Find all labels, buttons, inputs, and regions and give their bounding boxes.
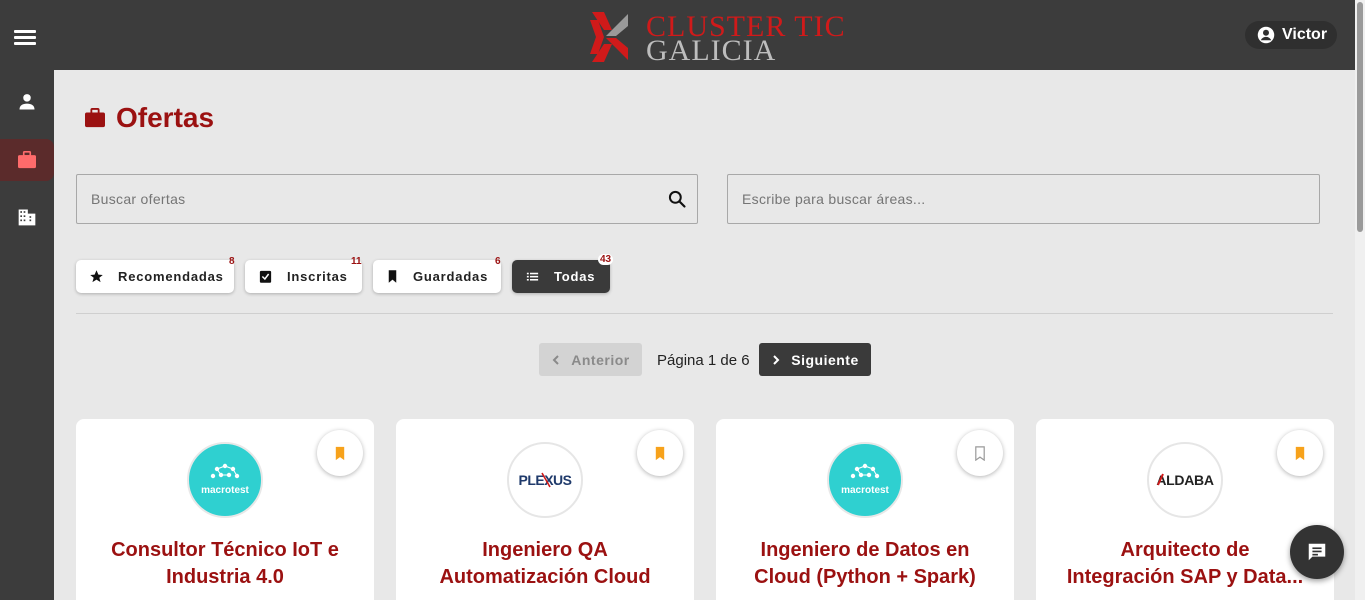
bookmark-outline-icon: [975, 445, 985, 461]
company-logo: macrotest: [827, 442, 903, 518]
bookmark-filled-icon: [1295, 446, 1305, 460]
scrollbar-thumb[interactable]: [1357, 2, 1363, 232]
previous-page-button[interactable]: Anterior: [539, 343, 642, 376]
save-offer-button[interactable]: [957, 430, 1003, 476]
macrotest-logo-icon: macrotest: [201, 463, 250, 496]
sidebar: [0, 70, 54, 600]
sidebar-item-profile[interactable]: [0, 81, 54, 123]
cluster-tic-logo[interactable]: CLUSTER TIC GALICIA: [590, 10, 845, 67]
save-offer-button[interactable]: [317, 430, 363, 476]
filter-label: Inscritas: [287, 269, 348, 284]
filter-count-badge: 6: [495, 256, 501, 267]
filter-count-badge: 11: [351, 256, 362, 267]
offer-title[interactable]: Consultor Técnico IoT e Industria 4.0: [86, 537, 364, 591]
sidebar-item-offers[interactable]: [0, 139, 54, 181]
filter-saved[interactable]: Guardadas 6: [373, 256, 501, 293]
company-logo: ALDABA: [1147, 442, 1223, 518]
chevron-right-icon: [773, 354, 780, 365]
company-logo-text: macrotest: [201, 485, 249, 496]
offer-title-line: Arquitecto de: [1120, 539, 1250, 561]
offer-title[interactable]: Arquitecto de Integración SAP y Data...: [1046, 537, 1324, 591]
filter-count-badge: 43: [598, 254, 614, 265]
menu-icon[interactable]: [14, 30, 36, 48]
building-icon: [18, 209, 36, 226]
person-icon: [19, 94, 35, 110]
offer-title-line: Integración SAP y Data...: [1066, 566, 1304, 588]
offer-title-line: Consultor Técnico IoT e: [111, 539, 339, 561]
filter-recommended[interactable]: Recomendadas 8: [76, 256, 235, 293]
aldaba-logo-icon: ALDABA: [1156, 472, 1214, 488]
checked-clipboard-icon: [259, 270, 272, 283]
bookmark-filled-icon: [655, 446, 665, 460]
next-page-button[interactable]: Siguiente: [759, 343, 871, 376]
offer-search-field[interactable]: [76, 174, 698, 224]
user-menu-button[interactable]: Victor: [1245, 21, 1338, 49]
briefcase-icon: [85, 108, 105, 128]
briefcase-icon: [18, 151, 36, 169]
offer-title[interactable]: Ingeniero de Datos en Cloud (Python + Sp…: [726, 537, 1004, 591]
logo-text-line2: GALICIA: [646, 34, 777, 67]
filter-enrolled[interactable]: Inscritas 11: [245, 256, 362, 293]
save-offer-button[interactable]: [1277, 430, 1323, 476]
company-logo-text: ALDABA: [1156, 472, 1213, 488]
plexus-logo-icon: PLEXUS: [518, 472, 572, 488]
list-icon: [526, 272, 539, 281]
offer-title-line: Ingeniero QA: [482, 539, 608, 561]
offer-title-line: Ingeniero de Datos en: [760, 539, 970, 561]
company-logo: macrotest: [187, 442, 263, 518]
filter-label: Guardadas: [413, 269, 489, 284]
filter-count-badge: 8: [229, 256, 235, 267]
search-icon[interactable]: [667, 189, 687, 209]
offer-card[interactable]: ALDABA Arquitecto de Integración SAP y D…: [1036, 419, 1334, 600]
page-header: Ofertas: [84, 102, 214, 134]
previous-page-label: Anterior: [571, 351, 630, 368]
macrotest-logo-icon: macrotest: [841, 463, 890, 496]
filter-label: Todas: [554, 269, 596, 284]
filter-label: Recomendadas: [118, 269, 224, 284]
page-title: Ofertas: [116, 102, 215, 133]
offer-title-line: Industria 4.0: [166, 566, 284, 588]
chat-icon: [1308, 543, 1326, 561]
save-offer-button[interactable]: [637, 430, 683, 476]
offer-title-line: Cloud (Python + Spark): [754, 566, 976, 588]
main-content: Ofertas Recomendadas 8 Inscritas 11: [54, 70, 1355, 600]
offer-search-input[interactable]: [91, 191, 651, 207]
area-search-input[interactable]: [742, 191, 1302, 207]
top-bar: CLUSTER TIC GALICIA Victor: [0, 0, 1365, 70]
sidebar-item-companies[interactable]: [0, 196, 54, 238]
bookmark-icon: [388, 270, 397, 283]
next-page-label: Siguiente: [791, 351, 859, 368]
offer-title-line: Automatización Cloud: [439, 566, 651, 588]
page-indicator: Página 1 de 6: [657, 352, 750, 369]
company-logo-text: macrotest: [841, 485, 889, 496]
filter-all[interactable]: Todas 43: [512, 254, 614, 293]
offer-title[interactable]: Ingeniero QA Automatización Cloud: [406, 537, 684, 591]
company-logo: PLEXUS: [507, 442, 583, 518]
offer-card[interactable]: macrotest Consultor Técnico IoT e Indust…: [76, 419, 374, 600]
logo-mark-icon: [590, 12, 628, 62]
star-icon: [90, 270, 103, 283]
chat-button[interactable]: [1290, 525, 1344, 579]
divider: [76, 313, 1333, 314]
area-search-field[interactable]: [727, 174, 1320, 224]
user-name: Victor: [1282, 26, 1328, 43]
account-circle-icon: [1257, 26, 1275, 44]
pagination: Anterior Página 1 de 6 Siguiente: [54, 343, 1355, 377]
offer-card[interactable]: PLEXUS Ingeniero QA Automatización Cloud: [396, 419, 694, 600]
bookmark-filled-icon: [335, 446, 345, 460]
chevron-left-icon: [552, 354, 559, 365]
scrollbar[interactable]: [1355, 0, 1365, 600]
offer-card[interactable]: macrotest Ingeniero de Datos en Cloud (P…: [716, 419, 1014, 600]
